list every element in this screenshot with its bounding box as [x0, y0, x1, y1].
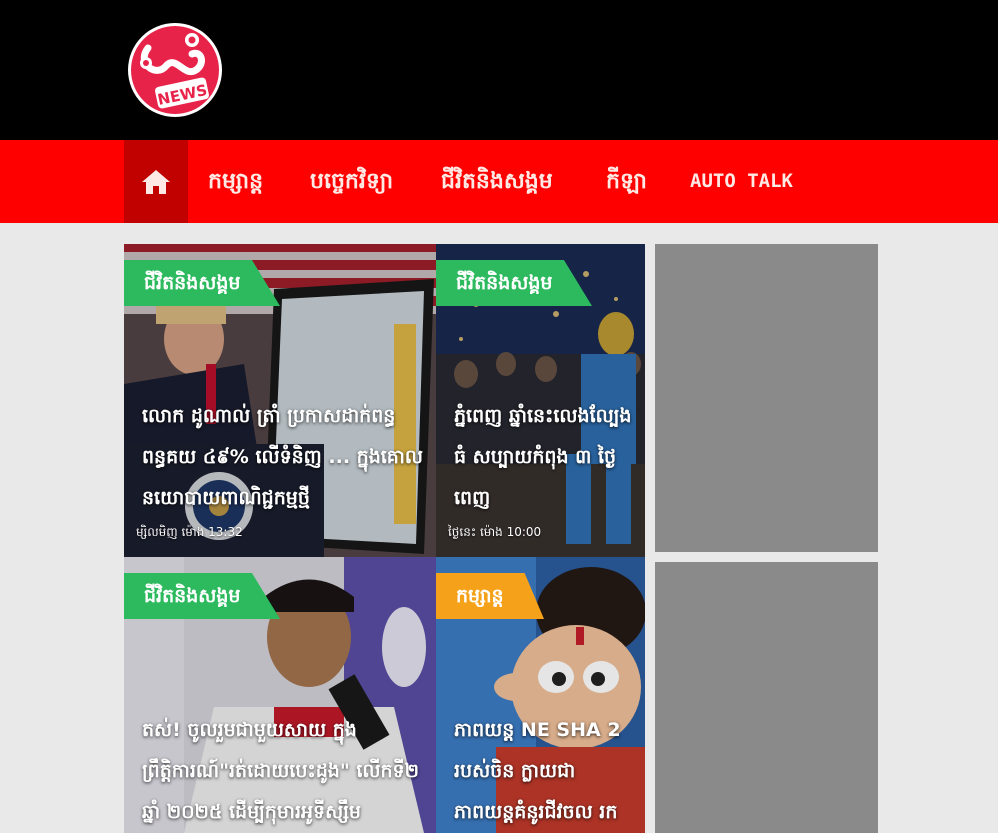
article-time: ថ្ងៃនេះ ម៉ោង 10:00	[448, 525, 542, 539]
ad-placeholder[interactable]	[655, 562, 878, 833]
header-top-bar: NEWS	[0, 0, 998, 140]
ad-placeholder[interactable]	[655, 244, 878, 552]
article-title[interactable]: លោក ដូណាល់ ត្រាំ ប្រកាសដាក់ពន្ធ ពន្ធគយ ៤…	[142, 396, 426, 519]
article-card[interactable]: ជីវិតនិងសង្គម លោក ដូណាល់ ត្រាំ ប្រកាសដាក…	[124, 244, 436, 557]
site-logo[interactable]: NEWS	[126, 18, 224, 120]
nav-item-sports[interactable]: កីឡា	[606, 140, 647, 223]
article-card[interactable]: ជីវិតនិងសង្គម តស់! ចូលរួមជាមួយសាយ ក្នុងព…	[124, 557, 436, 833]
nav-item-technology[interactable]: បច្ចេកវិទ្យា	[310, 140, 393, 223]
nav-home-button[interactable]	[124, 140, 188, 223]
article-card[interactable]: ជីវិតនិងសង្គម ភ្នំពេញ ឆ្នាំនេះលេងល្បែងធំ…	[436, 244, 645, 557]
main-nav: កម្សាន្ត បច្ចេកវិទ្យា ជីវិតនិងសង្គម កីឡា…	[0, 140, 998, 223]
nav-item-auto-talk[interactable]: AUTO TALK	[690, 140, 793, 223]
article-title[interactable]: ភ្នំពេញ ឆ្នាំនេះលេងល្បែងធំ សប្បាយកំពុង ៣…	[454, 396, 635, 519]
article-card[interactable]: កម្សាន្ត ភាពយន្ត NE SHA 2 របស់ចិន ក្លាយជ…	[436, 557, 645, 833]
article-time: ម្សិលមិញ ម៉ោង 13:32	[136, 525, 243, 539]
article-title[interactable]: ភាពយន្ត NE SHA 2 របស់ចិន ក្លាយជាភាពយន្តគ…	[454, 710, 635, 833]
nav-item-life-society[interactable]: ជីវិតនិងសង្គម	[441, 140, 553, 223]
article-title[interactable]: តស់! ចូលរួមជាមួយសាយ ក្នុងព្រឹត្តិការណ៍"រ…	[142, 710, 426, 833]
home-icon	[142, 169, 170, 194]
nav-item-entertainment[interactable]: កម្សាន្ត	[208, 140, 263, 223]
